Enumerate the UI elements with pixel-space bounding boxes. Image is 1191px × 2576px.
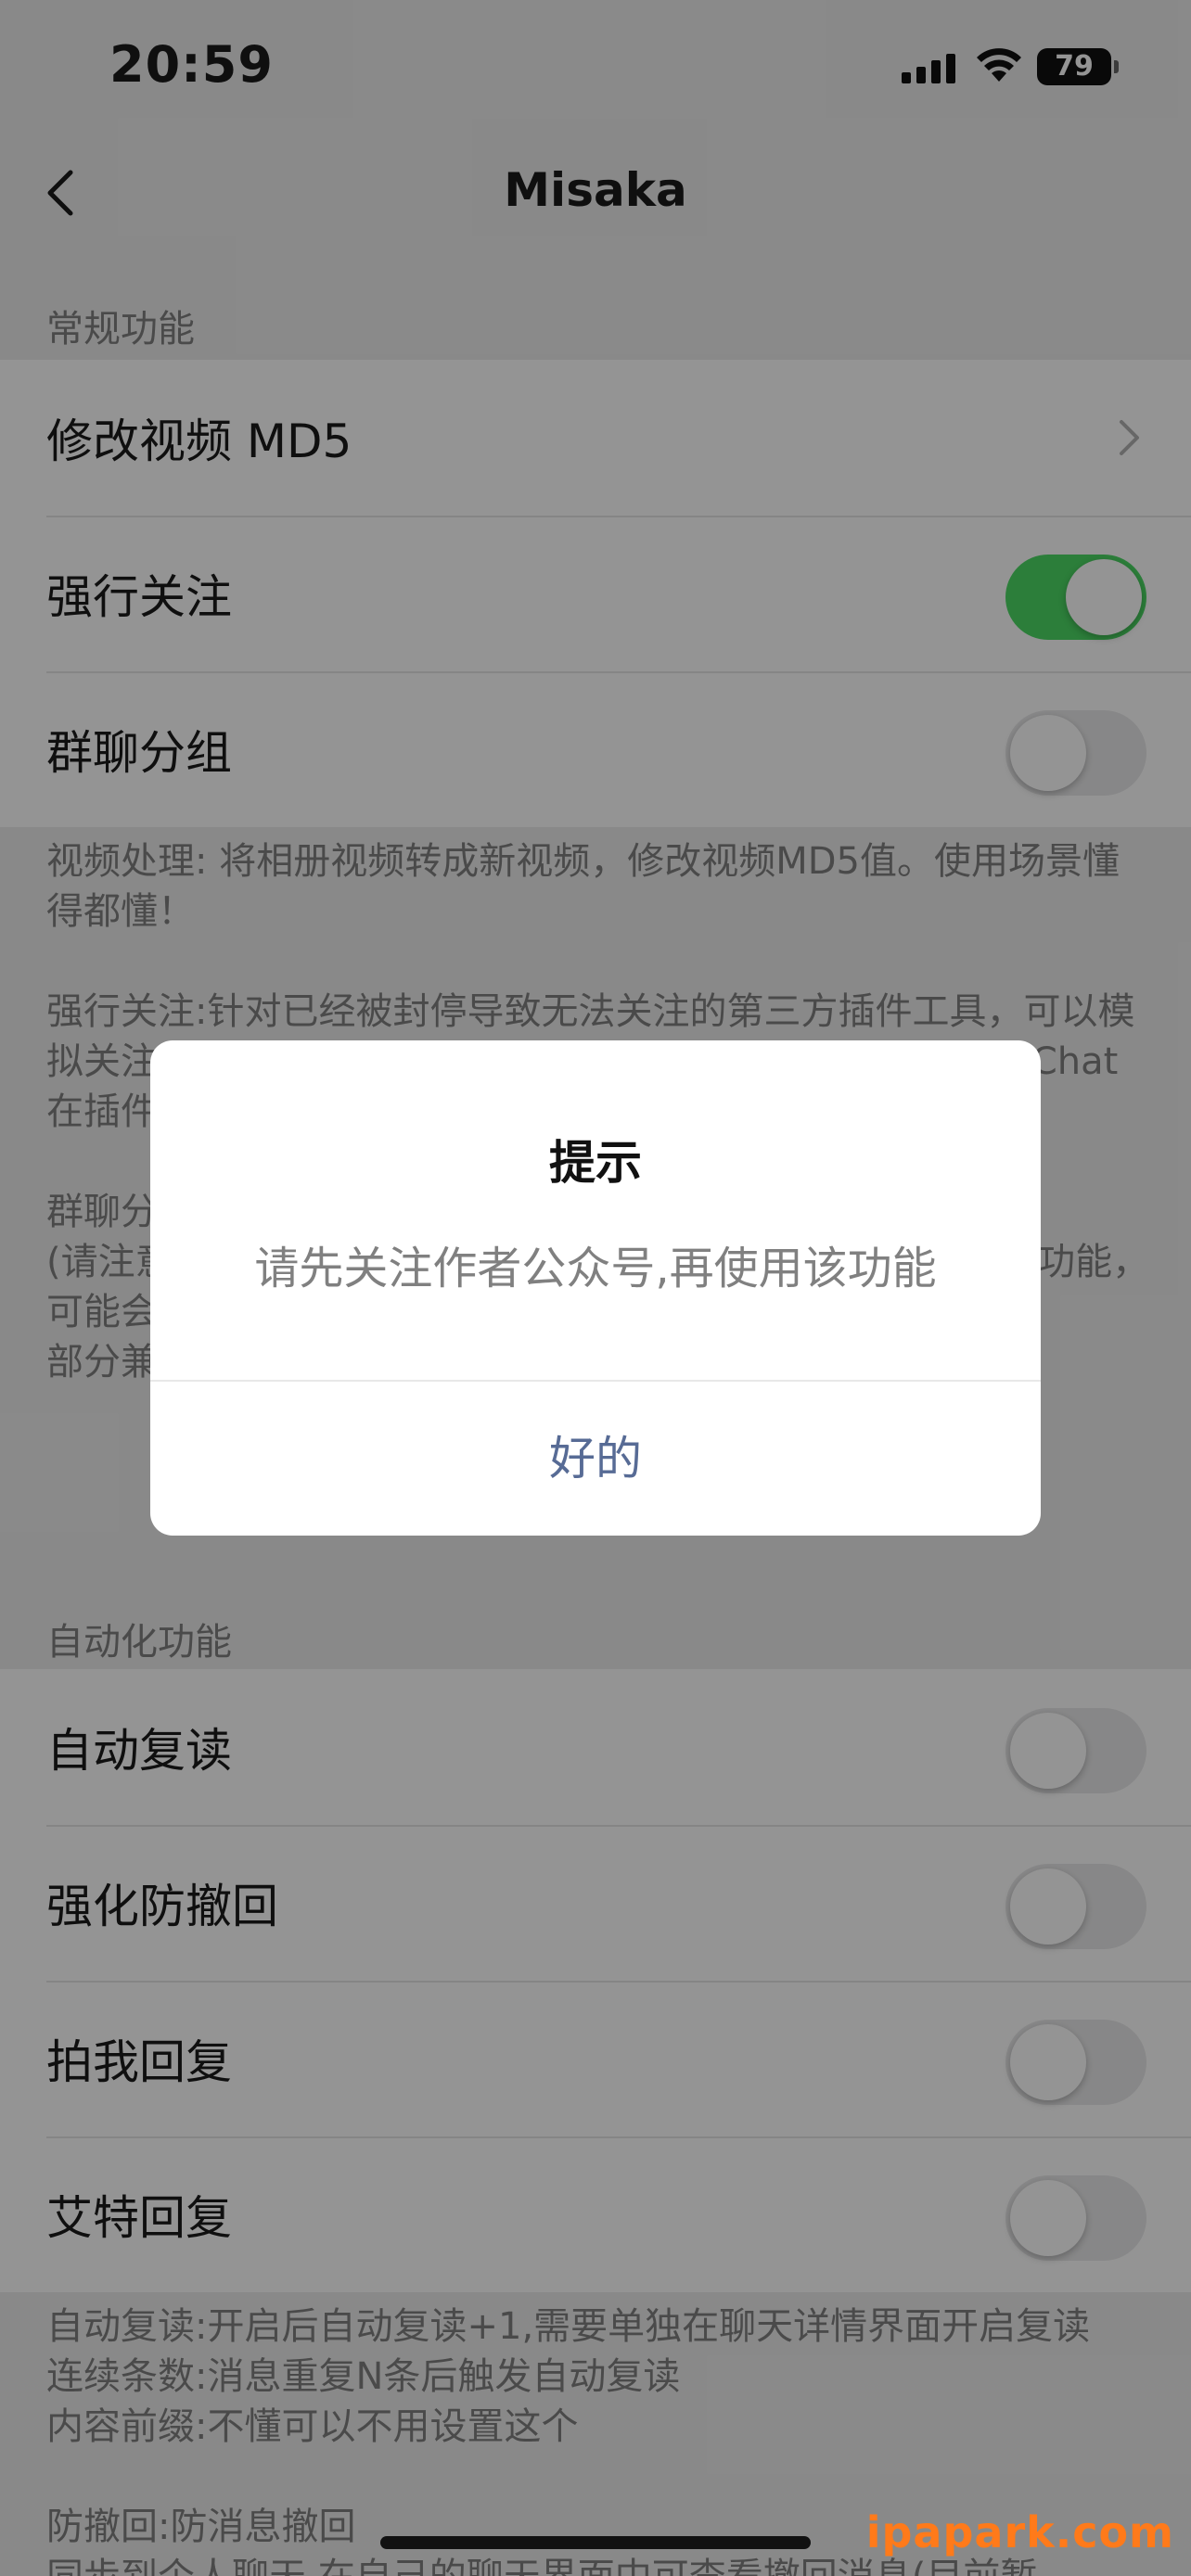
dialog-ok-button[interactable]: 好的: [150, 1382, 1041, 1536]
alert-dialog: 提示 请先关注作者公众号,再使用该功能 好的: [150, 1040, 1041, 1536]
watermark: ipapark.com: [865, 2507, 1174, 2557]
home-indicator[interactable]: [380, 2536, 811, 2549]
dialog-title: 提示: [549, 1136, 642, 1190]
dialog-message: 请先关注作者公众号,再使用该功能: [254, 1243, 937, 1294]
